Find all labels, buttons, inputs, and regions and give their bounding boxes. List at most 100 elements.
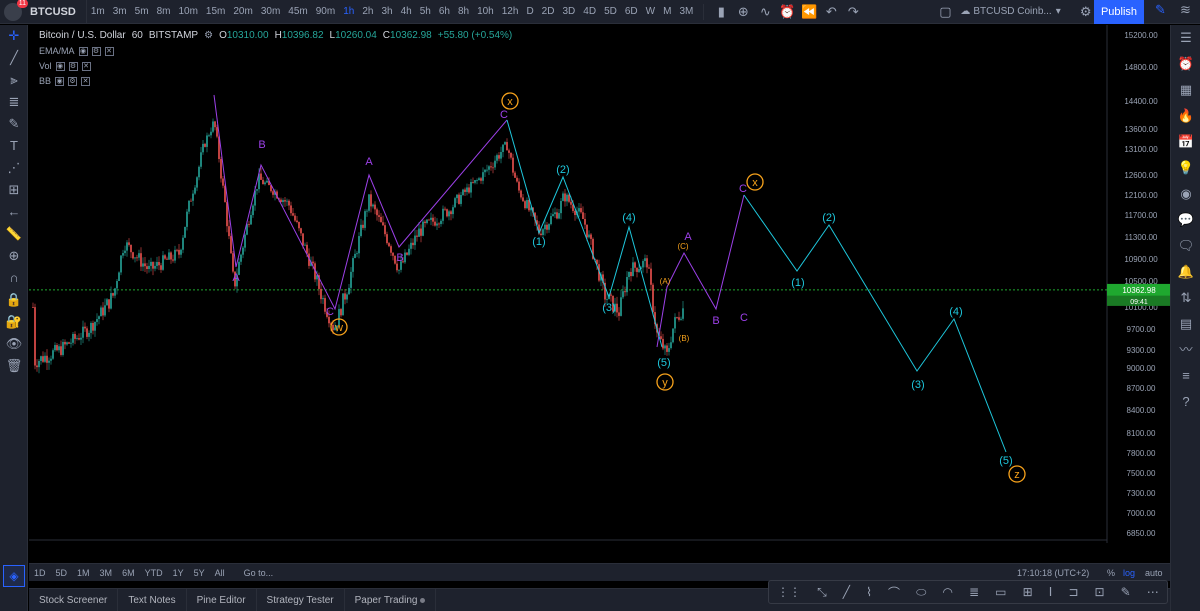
replay-icon[interactable]: ⏪ — [798, 4, 820, 20]
tool-rect-icon[interactable]: ▭ — [995, 585, 1006, 599]
back-icon[interactable]: ← — [0, 201, 28, 223]
interval-6D[interactable]: 6D — [621, 6, 642, 17]
range-1m[interactable]: 1M — [72, 568, 95, 578]
goto-button[interactable]: Go to... — [244, 568, 274, 578]
eye-icon[interactable]: 👁 — [0, 333, 28, 355]
publish-button[interactable]: Publish — [1094, 0, 1144, 24]
interval-45m[interactable]: 45m — [284, 6, 311, 17]
pitchfork-icon[interactable]: ⫸ — [0, 69, 28, 91]
interval-4h[interactable]: 4h — [397, 6, 416, 17]
interval-2D[interactable]: 2D — [538, 6, 559, 17]
symbol-box[interactable]: 11 BTCUSD — [0, 0, 87, 24]
interval-D[interactable]: D — [522, 6, 537, 17]
range-6m[interactable]: 6M — [117, 568, 140, 578]
order-icon[interactable]: ⇅ — [1171, 285, 1200, 311]
undo-icon[interactable]: ↶ — [820, 4, 842, 20]
hotlist-icon[interactable]: 🔥 — [1171, 103, 1200, 129]
tool-curve-icon[interactable]: ⌒ — [888, 584, 900, 601]
interval-8m[interactable]: 8m — [153, 6, 175, 17]
exchange-selector[interactable]: ☁ BTCUSD Coinb... ▾ — [960, 6, 1060, 17]
interval-10m[interactable]: 10m — [174, 6, 201, 17]
tool-grid-icon[interactable]: ⊞ — [1023, 585, 1033, 599]
broadcast-icon[interactable]: ≋ — [1175, 2, 1197, 18]
interval-8h[interactable]: 8h — [454, 6, 473, 17]
alert-icon[interactable]: ⏰ — [776, 4, 798, 20]
legend-title[interactable]: Bitcoin / U.S. Dollar — [39, 30, 126, 41]
prediction-icon[interactable]: ⊞ — [0, 179, 28, 201]
tool-line-icon[interactable]: ╱ — [843, 585, 850, 599]
layout-icon[interactable]: ▢ — [934, 4, 956, 20]
interval-3h[interactable]: 3h — [377, 6, 396, 17]
percent-toggle[interactable]: % — [1107, 568, 1115, 578]
interval-90m[interactable]: 90m — [312, 6, 339, 17]
text-icon[interactable]: T — [0, 135, 28, 157]
calc-icon[interactable]: ▤ — [1171, 311, 1200, 337]
redo-icon[interactable]: ↷ — [842, 4, 864, 20]
interval-2h[interactable]: 2h — [358, 6, 377, 17]
range-ytd[interactable]: YTD — [140, 568, 168, 578]
tool-ellipse-icon[interactable]: ⬭ — [916, 585, 926, 600]
chat-icon[interactable]: 💬 — [1171, 207, 1200, 233]
brush-icon[interactable]: ✎ — [0, 113, 28, 135]
tool-trend-icon[interactable]: ⤡ — [817, 585, 827, 600]
interval-4D[interactable]: 4D — [579, 6, 600, 17]
interval-10h[interactable]: 10h — [473, 6, 498, 17]
tab-pine-editor[interactable]: Pine Editor — [187, 588, 257, 611]
tool-callout-icon[interactable]: ⊐ — [1068, 585, 1078, 599]
tool-fib-icon[interactable]: ≣ — [969, 585, 979, 599]
tool-path-icon[interactable]: ⌇ — [866, 585, 872, 599]
lock-icon[interactable]: 🔐 — [0, 311, 28, 333]
settings-icon[interactable]: ⚙ — [204, 30, 213, 41]
interval-3D[interactable]: 3D — [558, 6, 579, 17]
tab-paper-trading[interactable]: Paper Trading — [345, 588, 437, 611]
range-5d[interactable]: 5D — [51, 568, 73, 578]
ideas-icon[interactable]: 💡 — [1171, 155, 1200, 181]
interval-20m[interactable]: 20m — [229, 6, 256, 17]
interval-1h[interactable]: 1h — [339, 6, 358, 17]
price-chart[interactable]: 15200.00 14800.00 14400.00 13600.00 13100.00… — [29, 25, 1170, 543]
magnet-icon[interactable]: ∩ — [0, 267, 28, 289]
indicator-vol[interactable]: Vol ◉ ⚙ ✕ — [39, 61, 512, 71]
fib-icon[interactable]: ≣ — [0, 91, 28, 113]
symbol-name[interactable]: BTCUSD — [30, 6, 76, 18]
interval-1m[interactable]: 1m — [87, 6, 109, 17]
interval-M[interactable]: M — [659, 6, 675, 17]
help-icon[interactable]: ? — [1171, 389, 1200, 415]
tab-strategy-tester[interactable]: Strategy Tester — [257, 588, 345, 611]
lock-drawing-icon[interactable]: 🔒 — [0, 289, 28, 311]
range-1y[interactable]: 1Y — [168, 568, 189, 578]
tab-stock-screener[interactable]: Stock Screener — [29, 588, 119, 611]
tool-text-icon[interactable]: Ⅰ — [1049, 585, 1053, 599]
interval-5h[interactable]: 5h — [416, 6, 435, 17]
interval-6h[interactable]: 6h — [435, 6, 454, 17]
idea-icon[interactable]: ✎ — [1150, 2, 1172, 18]
avatar[interactable]: 11 — [4, 0, 28, 21]
layers-icon[interactable]: ◈ — [3, 565, 25, 587]
settings-icon[interactable]: ≡ — [1171, 363, 1200, 389]
tool-menu-icon[interactable]: ⋯ — [1147, 585, 1159, 599]
interval-5D[interactable]: 5D — [600, 6, 621, 17]
ruler-icon[interactable]: 📏 — [0, 223, 28, 245]
log-toggle[interactable]: log — [1123, 568, 1135, 578]
interval-W[interactable]: W — [642, 6, 659, 17]
range-1d[interactable]: 1D — [29, 568, 51, 578]
pattern-icon[interactable]: ⋰ — [0, 157, 28, 179]
candles-icon[interactable]: ▮ — [710, 4, 732, 20]
compare-icon[interactable]: ∿ — [754, 4, 776, 20]
interval-3M[interactable]: 3M — [675, 6, 697, 17]
indicator-bb[interactable]: BB ◉ ⚙ ✕ — [39, 76, 512, 86]
interval-15m[interactable]: 15m — [202, 6, 229, 17]
chat2-icon[interactable]: 🗨 — [1171, 233, 1200, 259]
data-window-icon[interactable]: ▦ — [1171, 77, 1200, 103]
interval-3m[interactable]: 3m — [109, 6, 131, 17]
streams-icon[interactable]: ◉ — [1171, 181, 1200, 207]
clock[interactable]: 17:10:18 (UTC+2) — [1017, 568, 1089, 578]
alerts-icon[interactable]: ⏰ — [1171, 51, 1200, 77]
crosshair-icon[interactable]: ✛ — [0, 25, 28, 47]
interval-30m[interactable]: 30m — [257, 6, 284, 17]
pulse-icon[interactable]: 〰 — [1171, 337, 1200, 363]
calendar-icon[interactable]: 📅 — [1171, 129, 1200, 155]
zoom-icon[interactable]: ⊕ — [0, 245, 28, 267]
tab-text-notes[interactable]: Text Notes — [118, 588, 187, 611]
range-3m[interactable]: 3M — [95, 568, 118, 578]
